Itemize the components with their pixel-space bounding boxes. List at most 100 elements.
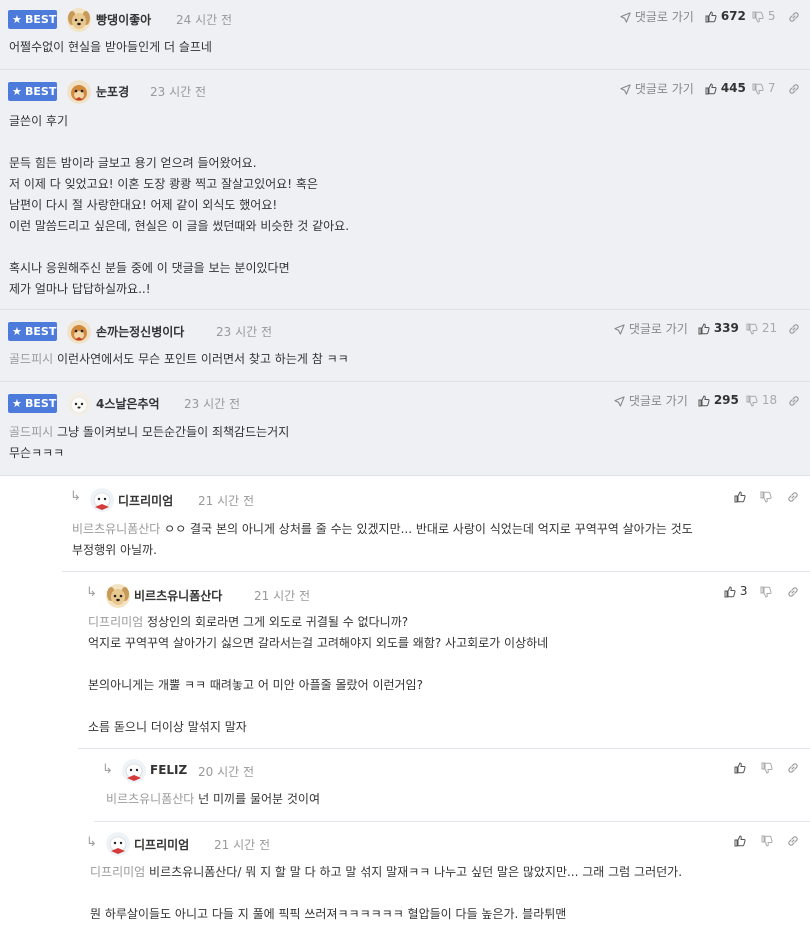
paper-plane-icon <box>620 12 631 23</box>
nickname[interactable]: 손까는정신병이다 <box>96 323 184 340</box>
like-button[interactable]: 339 <box>698 321 739 335</box>
dislike-count: 21 <box>761 321 778 335</box>
dislike-button[interactable]: 5 <box>752 9 775 23</box>
timestamp: 23 시간 전 <box>184 397 241 411</box>
mention[interactable]: 골드피시 <box>9 352 53 366</box>
avatar[interactable] <box>67 8 91 32</box>
link-icon <box>788 762 798 773</box>
link-button[interactable] <box>787 489 799 503</box>
link-icon <box>789 323 799 334</box>
timestamp: 24 시간 전 <box>176 13 233 27</box>
nickname[interactable]: FELIZ <box>150 763 187 777</box>
link-icon <box>788 491 798 502</box>
link-button[interactable] <box>788 9 800 23</box>
thumbs-up-icon <box>705 10 717 22</box>
avatar[interactable] <box>106 832 130 856</box>
dislike-count: 18 <box>761 393 778 407</box>
thumbs-down-icon <box>761 835 773 847</box>
thumbs-up-icon <box>734 834 746 846</box>
star-icon: ★ <box>12 397 22 410</box>
thumbs-down-icon <box>760 586 772 598</box>
dislike-button[interactable] <box>761 833 773 847</box>
link-icon <box>789 11 799 22</box>
dislike-button[interactable] <box>761 760 773 774</box>
avatar[interactable] <box>67 80 91 104</box>
nickname[interactable]: 4스날은추억 <box>96 395 160 412</box>
comment-text: 어쩔수없이 현실을 받아들인게 더 슬프네 <box>9 40 212 54</box>
best-badge: ★ BEST <box>8 322 57 341</box>
best-comment: ★ BEST 손까는정신병이다 23 시간 전 댓글로 가기 339 21 골드피… <box>0 310 810 382</box>
like-button[interactable]: 445 <box>705 81 746 95</box>
dislike-count: 5 <box>767 9 776 23</box>
nickname[interactable]: 디프리미엄 <box>134 836 189 853</box>
link-button[interactable] <box>787 833 799 847</box>
comment-text: 디프리미엄 비르츠유니폼산다/ 뭐 지 할 말 다 하고 말 섞지 말재ㅋㅋ 나… <box>90 865 683 921</box>
avatar[interactable] <box>67 320 91 344</box>
thumbs-down-icon <box>752 83 764 95</box>
like-count: 295 <box>713 393 739 407</box>
thumbs-down-icon <box>760 491 772 503</box>
link-icon <box>788 586 798 597</box>
reply-arrow-icon: ↳ <box>70 489 81 504</box>
like-count: 3 <box>739 584 748 598</box>
thumbs-up-icon <box>698 322 710 334</box>
avatar[interactable] <box>122 759 146 783</box>
best-badge: ★ BEST <box>8 394 57 413</box>
nickname[interactable]: 비르츠유니폼산다 <box>134 587 222 604</box>
mention[interactable]: 비르츠유니폼산다 <box>106 792 194 806</box>
link-button[interactable] <box>788 81 800 95</box>
link-button[interactable] <box>788 321 800 335</box>
dislike-button[interactable] <box>760 489 772 503</box>
nickname[interactable]: 눈포경 <box>96 83 129 100</box>
like-button[interactable] <box>734 760 746 774</box>
best-badge: ★ BEST <box>8 10 57 29</box>
best-comment: ★ BEST 빵댕이좋아 24 시간 전 댓글로 가기 672 5 어쩔수없이 현… <box>0 0 810 70</box>
like-button[interactable] <box>734 833 746 847</box>
mention[interactable]: 디프리미엄 <box>90 865 145 879</box>
paper-plane-icon <box>620 84 631 95</box>
dislike-button[interactable]: 7 <box>752 81 775 95</box>
reply-link[interactable]: 댓글로 가기 <box>620 8 694 25</box>
link-button[interactable] <box>787 760 799 774</box>
link-icon <box>788 835 798 846</box>
reply-link[interactable]: 댓글로 가기 <box>620 80 694 97</box>
thumbs-up-icon <box>705 82 717 94</box>
timestamp: 20 시간 전 <box>198 765 255 779</box>
dislike-button[interactable] <box>760 584 772 598</box>
timestamp: 21 시간 전 <box>214 838 271 852</box>
timestamp: 21 시간 전 <box>254 589 311 603</box>
mention[interactable]: 골드피시 <box>9 425 53 439</box>
reply-link[interactable]: 댓글로 가기 <box>614 392 688 409</box>
avatar[interactable] <box>67 392 91 416</box>
thumbs-up-icon <box>724 585 736 597</box>
star-icon: ★ <box>12 13 22 26</box>
best-badge: ★ BEST <box>8 82 57 101</box>
like-button[interactable]: 672 <box>705 9 746 23</box>
mention[interactable]: 디프리미엄 <box>88 615 143 629</box>
like-count: 445 <box>720 81 746 95</box>
link-button[interactable] <box>788 393 800 407</box>
thumbs-up-icon <box>698 394 710 406</box>
reply-arrow-icon: ↳ <box>86 585 97 600</box>
reply-arrow-icon: ↳ <box>86 835 97 850</box>
like-button[interactable]: 295 <box>698 393 739 407</box>
like-count: 339 <box>713 321 739 335</box>
thumbs-up-icon <box>734 490 746 502</box>
nickname[interactable]: 디프리미엄 <box>118 492 173 509</box>
mention[interactable]: 비르츠유니폼산다 <box>72 522 160 536</box>
like-button[interactable] <box>734 489 746 503</box>
avatar[interactable] <box>106 584 130 608</box>
avatar[interactable] <box>90 488 114 512</box>
dislike-button[interactable]: 18 <box>746 393 777 407</box>
timestamp: 23 시간 전 <box>216 325 273 339</box>
link-button[interactable] <box>787 584 799 598</box>
comment-text: 비르츠유니폼산다 넌 미끼를 물어분 것이여 <box>106 792 321 806</box>
best-comment: ★BEST 눈포경 23 시간 전 댓글로 가기 445 7 글쓴이 후기​문득… <box>0 70 810 310</box>
reply-comment: ↳ 비르츠유니폼산다 21 시간 전 3 디프리미엄 정상인의 회로라면 그게 … <box>78 572 810 749</box>
like-button[interactable]: 3 <box>724 584 747 598</box>
nickname[interactable]: 빵댕이좋아 <box>96 11 151 28</box>
comment-text: 골드피시 그냥 돌이켜보니 모든순간들이 죄책감드는거지 무슨ㅋㅋㅋ <box>9 425 290 460</box>
dislike-button[interactable]: 21 <box>746 321 777 335</box>
timestamp: 21 시간 전 <box>198 494 255 508</box>
reply-link[interactable]: 댓글로 가기 <box>614 320 688 337</box>
